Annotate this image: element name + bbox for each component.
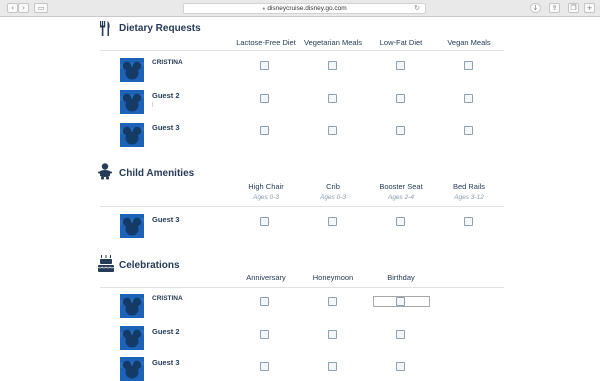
guest-name: Guest 3 <box>152 215 180 224</box>
baby-icon <box>98 163 112 185</box>
tabs-button[interactable]: ❐ <box>568 3 579 13</box>
bed-rails-checkbox[interactable] <box>464 217 473 226</box>
column-label: Crib <box>326 182 340 191</box>
vegan-checkbox[interactable] <box>464 94 473 103</box>
utensils-icon <box>99 21 111 41</box>
vegetarian-checkbox[interactable] <box>328 126 337 135</box>
low-fat-checkbox[interactable] <box>396 61 405 70</box>
browser-toolbar: ‹ › ▭ ● disneycruise.disney.go.com ↻ ↓ ⇪ … <box>0 0 600 17</box>
high-chair-checkbox[interactable] <box>260 217 269 226</box>
cake-icon <box>97 255 115 277</box>
booster-seat-checkbox[interactable] <box>396 217 405 226</box>
text-caret: | <box>152 102 154 108</box>
column-vegan: Vegan Meals <box>447 38 491 47</box>
guest-name: Guest 3 <box>152 358 180 367</box>
back-button[interactable]: ‹ <box>7 3 18 13</box>
mickey-avatar-icon <box>120 357 144 381</box>
vegan-checkbox[interactable] <box>464 126 473 135</box>
honeymoon-checkbox[interactable] <box>328 362 337 371</box>
special-requests-page: Dietary Requests Lactose-Free Diet Veget… <box>0 17 600 381</box>
lactose-free-checkbox[interactable] <box>260 126 269 135</box>
crib-checkbox[interactable] <box>328 217 337 226</box>
divider <box>100 50 504 51</box>
address-bar[interactable]: ● disneycruise.disney.go.com ↻ <box>183 3 426 14</box>
reload-icon[interactable]: ↻ <box>414 4 420 13</box>
honeymoon-checkbox[interactable] <box>328 330 337 339</box>
birthday-checkbox[interactable] <box>396 362 405 371</box>
anniversary-checkbox[interactable] <box>260 297 269 306</box>
mickey-avatar-icon <box>120 123 144 147</box>
mickey-avatar-icon <box>120 90 144 114</box>
mickey-avatar-icon <box>120 214 144 238</box>
lock-icon: ● <box>262 6 266 12</box>
guest-name: CRISTINA <box>152 59 183 66</box>
mickey-avatar-icon <box>120 58 144 82</box>
divider <box>100 287 504 288</box>
guest-name: Guest 2 <box>152 327 180 336</box>
column-label: High Chair <box>248 182 284 191</box>
honeymoon-checkbox[interactable] <box>328 297 337 306</box>
column-label: Booster Seat <box>379 182 423 191</box>
lactose-free-checkbox[interactable] <box>260 94 269 103</box>
mickey-avatar-icon <box>120 326 144 350</box>
vegan-checkbox[interactable] <box>464 61 473 70</box>
low-fat-checkbox[interactable] <box>396 126 405 135</box>
column-birthday: Birthday <box>387 273 415 282</box>
lactose-free-checkbox[interactable] <box>260 61 269 70</box>
column-label: Bed Rails <box>452 182 486 191</box>
birthday-checkbox[interactable] <box>396 297 405 306</box>
forward-button[interactable]: › <box>18 3 29 13</box>
divider <box>100 206 504 207</box>
low-fat-checkbox[interactable] <box>396 94 405 103</box>
dietary-section-title: Dietary Requests <box>119 23 201 34</box>
guest-name: CRISTINA <box>152 295 183 302</box>
age-range: Ages 3-12 <box>454 194 484 201</box>
download-button[interactable]: ↓ <box>530 3 541 13</box>
celebrations-section-title: Celebrations <box>119 260 180 271</box>
guest-name: Guest 3 <box>152 123 180 132</box>
column-bed-rails: Bed Rails Ages 3-12 <box>424 182 514 201</box>
anniversary-checkbox[interactable] <box>260 362 269 371</box>
mickey-avatar-icon <box>120 294 144 318</box>
address-text: disneycruise.disney.go.com <box>267 5 347 12</box>
guest-name: Guest 2 <box>152 91 180 100</box>
anniversary-checkbox[interactable] <box>260 330 269 339</box>
birthday-checkbox[interactable] <box>396 330 405 339</box>
child-amenities-section-title: Child Amenities <box>119 168 195 179</box>
new-tab-button[interactable]: + <box>584 3 595 13</box>
share-button[interactable]: ⇪ <box>549 3 560 13</box>
sidebar-button[interactable]: ▭ <box>34 3 48 13</box>
vegetarian-checkbox[interactable] <box>328 94 337 103</box>
vegetarian-checkbox[interactable] <box>328 61 337 70</box>
